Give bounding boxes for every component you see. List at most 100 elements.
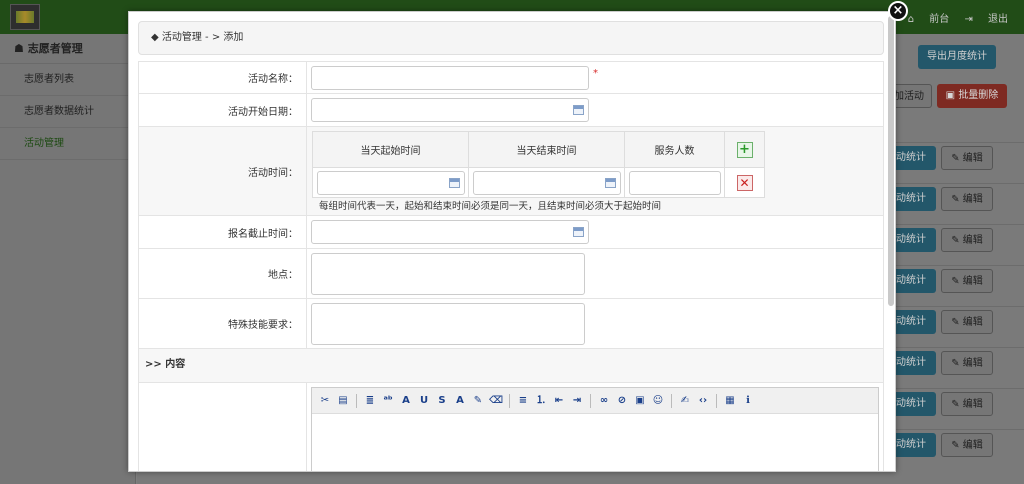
row-edit-button[interactable]: ✎ 编辑 bbox=[941, 187, 993, 211]
font-color-icon[interactable]: A bbox=[453, 394, 467, 408]
logout-link[interactable]: ⇥ 退出 bbox=[964, 14, 1008, 25]
calendar-icon[interactable] bbox=[573, 227, 584, 237]
edit-icon: ✎ bbox=[951, 194, 963, 205]
sidebar-title-label: 志愿者管理 bbox=[27, 42, 83, 55]
home-link[interactable]: ⌂ 前台 bbox=[908, 14, 950, 25]
row-edit-button[interactable]: ✎ 编辑 bbox=[941, 392, 993, 416]
font-icon[interactable]: A bbox=[399, 394, 413, 408]
batch-delete-button[interactable]: ▣ 批量删除 bbox=[937, 84, 1007, 108]
form-row-name: 活动名称： * bbox=[138, 61, 884, 94]
activity-name-label: 活动名称： bbox=[139, 62, 307, 93]
rich-text-editor: ✂ ▤ ≣ ᵃᵇ A U S A ✎ ⌫ ≡ ⒈ ⇤ ⇥ ∞ ⊘ ▣ ☺ ✍ ‹› ▦ ℹ bbox=[311, 387, 879, 471]
align-left-icon[interactable]: ≡ bbox=[516, 394, 530, 408]
location-textarea[interactable] bbox=[311, 253, 585, 295]
deadline-label: 报名截止时间： bbox=[139, 216, 307, 248]
toolbar-separator bbox=[509, 393, 510, 408]
form-row-location: 地点： bbox=[138, 249, 884, 299]
skills-textarea[interactable] bbox=[311, 303, 585, 345]
day-start-time-input[interactable] bbox=[316, 170, 465, 195]
home-link-label: 前台 bbox=[929, 14, 950, 25]
table-header-count: 服务人数 bbox=[624, 131, 725, 168]
row-edit-button[interactable]: ✎ 编辑 bbox=[941, 433, 993, 457]
edit-icon: ✎ bbox=[951, 317, 963, 328]
outdent-icon[interactable]: ⇤ bbox=[552, 394, 566, 408]
export-stats-button[interactable]: 导出月度统计 bbox=[918, 45, 996, 69]
editor-label bbox=[139, 383, 307, 471]
calendar-icon[interactable] bbox=[604, 177, 616, 188]
start-date-input[interactable] bbox=[311, 98, 589, 122]
link-icon[interactable]: ∞ bbox=[597, 394, 611, 408]
row-edit-label: 编辑 bbox=[962, 399, 983, 410]
unlink-icon[interactable]: ⊘ bbox=[615, 394, 629, 408]
numbered-list-icon[interactable]: ⒈ bbox=[534, 394, 548, 408]
calendar-icon[interactable] bbox=[448, 177, 460, 188]
edit-icon: ✎ bbox=[951, 399, 963, 410]
info-icon[interactable]: ℹ bbox=[741, 394, 755, 408]
edit-icon: ✎ bbox=[951, 358, 963, 369]
top-links: ⌂ 前台 ⇥ 退出 bbox=[896, 10, 1008, 25]
batch-delete-label: 批量删除 bbox=[958, 90, 999, 101]
deadline-input[interactable] bbox=[311, 220, 589, 244]
emoticon-icon[interactable]: ☺ bbox=[651, 394, 665, 408]
indent-icon[interactable]: ⇥ bbox=[570, 394, 584, 408]
sidebar-title: ☗ 志愿者管理 bbox=[0, 34, 135, 64]
calendar-icon[interactable] bbox=[573, 105, 584, 115]
table-header-end: 当天结束时间 bbox=[468, 131, 625, 168]
delete-row-button[interactable]: ✕ bbox=[736, 174, 753, 191]
format-icon[interactable]: ≣ bbox=[363, 394, 377, 408]
toolbar-separator bbox=[356, 393, 357, 408]
row-edit-button[interactable]: ✎ 编辑 bbox=[941, 310, 993, 334]
sidebar-item-volunteer-list[interactable]: 志愿者列表 bbox=[0, 64, 135, 96]
table-header-start: 当天起始时间 bbox=[312, 131, 469, 168]
service-count-input[interactable] bbox=[628, 170, 721, 195]
time-hint: 每组时间代表一天，起始和结束时间必须是同一天，且结束时间必须大于起始时间 bbox=[319, 201, 662, 212]
edit-icon[interactable]: ✍ bbox=[678, 394, 692, 408]
sidebar-item-activity-management[interactable]: 活动管理 bbox=[0, 128, 135, 160]
form-row-start-date: 活动开始日期： bbox=[138, 94, 884, 127]
cut-icon[interactable]: ✂ bbox=[318, 394, 332, 408]
table-row: ✕ bbox=[312, 167, 765, 198]
underline-icon[interactable]: U bbox=[417, 394, 431, 408]
spellcheck-icon[interactable]: ᵃᵇ bbox=[381, 394, 395, 408]
row-edit-button[interactable]: ✎ 编辑 bbox=[941, 269, 993, 293]
trash-icon: ▣ bbox=[945, 90, 959, 101]
row-edit-button[interactable]: ✎ 编辑 bbox=[941, 146, 993, 170]
toolbar-separator bbox=[671, 393, 672, 408]
editor-toolbar: ✂ ▤ ≣ ᵃᵇ A U S A ✎ ⌫ ≡ ⒈ ⇤ ⇥ ∞ ⊘ ▣ ☺ ✍ ‹› ▦ ℹ bbox=[312, 388, 878, 414]
modal-scrollbar[interactable] bbox=[888, 16, 894, 306]
highlight-icon[interactable]: ✎ bbox=[471, 394, 485, 408]
toolbar-separator bbox=[590, 393, 591, 408]
edit-icon: ✎ bbox=[951, 440, 963, 451]
row-edit-button[interactable]: ✎ 编辑 bbox=[941, 228, 993, 252]
close-icon[interactable]: × bbox=[888, 1, 908, 21]
row-edit-label: 编辑 bbox=[962, 276, 983, 287]
row-edit-label: 编辑 bbox=[962, 317, 983, 328]
breadcrumb: ◆ 活动管理 - > 添加 bbox=[138, 21, 884, 55]
day-end-time-input[interactable] bbox=[472, 170, 621, 195]
edit-icon: ✎ bbox=[951, 235, 963, 246]
strikethrough-icon[interactable]: S bbox=[435, 394, 449, 408]
row-edit-label: 编辑 bbox=[962, 153, 983, 164]
breadcrumb-text: 活动管理 - > 添加 bbox=[161, 32, 244, 43]
activity-time-label: 活动时间： bbox=[139, 127, 307, 215]
content-section-header: >> 内容 bbox=[138, 349, 884, 383]
sidebar-item-volunteer-stats[interactable]: 志愿者数据统计 bbox=[0, 96, 135, 128]
edit-icon: ✎ bbox=[951, 276, 963, 287]
eraser-icon[interactable]: ⌫ bbox=[489, 394, 503, 408]
row-edit-button[interactable]: ✎ 编辑 bbox=[941, 351, 993, 375]
paste-icon[interactable]: ▤ bbox=[336, 394, 350, 408]
skills-label: 特殊技能要求： bbox=[139, 299, 307, 348]
form-row-deadline: 报名截止时间： bbox=[138, 216, 884, 249]
form-row-skills: 特殊技能要求： bbox=[138, 299, 884, 349]
time-slots-table: 当天起始时间 当天结束时间 服务人数 + ✕ bbox=[312, 131, 765, 198]
table-icon[interactable]: ▦ bbox=[723, 394, 737, 408]
activity-name-input[interactable] bbox=[311, 66, 589, 90]
add-row-button[interactable]: + bbox=[736, 141, 753, 158]
source-code-icon[interactable]: ‹› bbox=[696, 394, 710, 408]
edit-icon: ✎ bbox=[951, 153, 963, 164]
image-icon[interactable]: ▣ bbox=[633, 394, 647, 408]
sidebar: ☗ 志愿者管理 志愿者列表 志愿者数据统计 活动管理 bbox=[0, 34, 136, 484]
start-date-label: 活动开始日期： bbox=[139, 94, 307, 126]
bullet-icon: ◆ bbox=[151, 32, 162, 43]
editor-body[interactable] bbox=[312, 414, 878, 471]
